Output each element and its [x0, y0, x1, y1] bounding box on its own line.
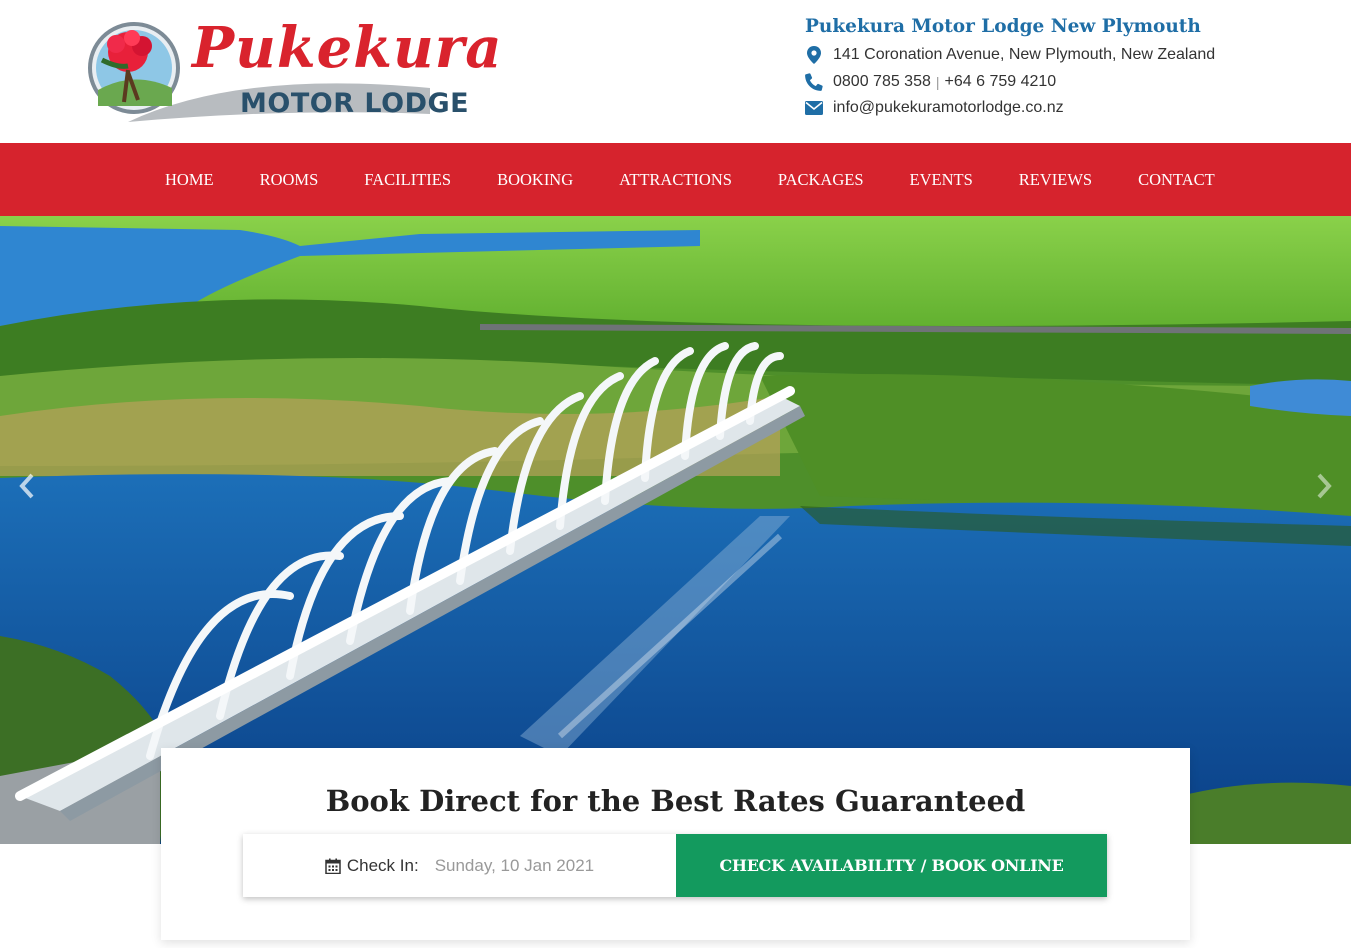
address-text: 141 Coronation Avenue, New Plymouth, New… [833, 46, 1216, 64]
address-line: 141 Coronation Avenue, New Plymouth, New… [805, 42, 1325, 69]
logo[interactable]: Pukekura MOTOR LODGE [88, 10, 502, 128]
check-availability-button[interactable]: CHECK AVAILABILITY / BOOK ONLINE [676, 834, 1107, 897]
nav-item-packages[interactable]: PACKAGES [755, 143, 887, 216]
checkin-value[interactable]: Sunday, 10 Jan 2021 [435, 856, 594, 876]
contact-title: Pukekura Motor Lodge New Plymouth [805, 16, 1201, 37]
phone-icon [805, 73, 823, 91]
calendar-icon [325, 858, 341, 874]
phone-landline-link[interactable]: +64 6 759 4210 [945, 73, 1057, 91]
contact-info: Pukekura Motor Lodge New Plymouth 141 Co… [805, 12, 1325, 122]
site-header: Pukekura MOTOR LODGE Pukekura Motor Lodg… [0, 0, 1351, 143]
nav-item-rooms[interactable]: ROOMS [237, 143, 342, 216]
booking-widget: Book Direct for the Best Rates Guarantee… [161, 748, 1190, 940]
email-link[interactable]: info@pukekuramotorlodge.co.nz [833, 99, 1064, 117]
email-line: info@pukekuramotorlodge.co.nz [805, 95, 1325, 122]
logo-wordmark: Pukekura [192, 15, 503, 81]
checkin-label: Check In: [346, 855, 419, 875]
nav-item-facilities[interactable]: FACILITIES [341, 143, 474, 216]
booking-form: Check In: Sunday, 10 Jan 2021 CHECK AVAI… [243, 834, 1107, 897]
booking-heading: Book Direct for the Best Rates Guarantee… [325, 784, 1026, 818]
checkin-date-field[interactable]: Check In: Sunday, 10 Jan 2021 [243, 834, 676, 897]
nav-item-home[interactable]: HOME [142, 143, 237, 216]
nav-item-reviews[interactable]: REVIEWS [996, 143, 1115, 216]
slider-prev-button[interactable] [12, 466, 42, 506]
nav-item-attractions[interactable]: ATTRACTIONS [596, 143, 755, 216]
chevron-right-icon [1316, 473, 1332, 499]
map-marker-icon [805, 46, 823, 65]
phone-separator: | [935, 73, 940, 90]
phone-line: 0800 785 358 | +64 6 759 4210 [805, 69, 1325, 96]
nav-item-events[interactable]: EVENTS [887, 143, 996, 216]
nav-item-contact[interactable]: CONTACT [1115, 143, 1238, 216]
main-nav: HOME ROOMS FACILITIES BOOKING ATTRACTION… [0, 143, 1351, 216]
slider-next-button[interactable] [1309, 466, 1339, 506]
chevron-left-icon [19, 473, 35, 499]
nav-item-booking[interactable]: BOOKING [474, 143, 596, 216]
nav-list: HOME ROOMS FACILITIES BOOKING ATTRACTION… [142, 143, 1238, 216]
envelope-icon [805, 99, 823, 117]
phone-tollfree-link[interactable]: 0800 785 358 [833, 73, 931, 91]
logo-subtitle: MOTOR LODGE [240, 88, 470, 119]
